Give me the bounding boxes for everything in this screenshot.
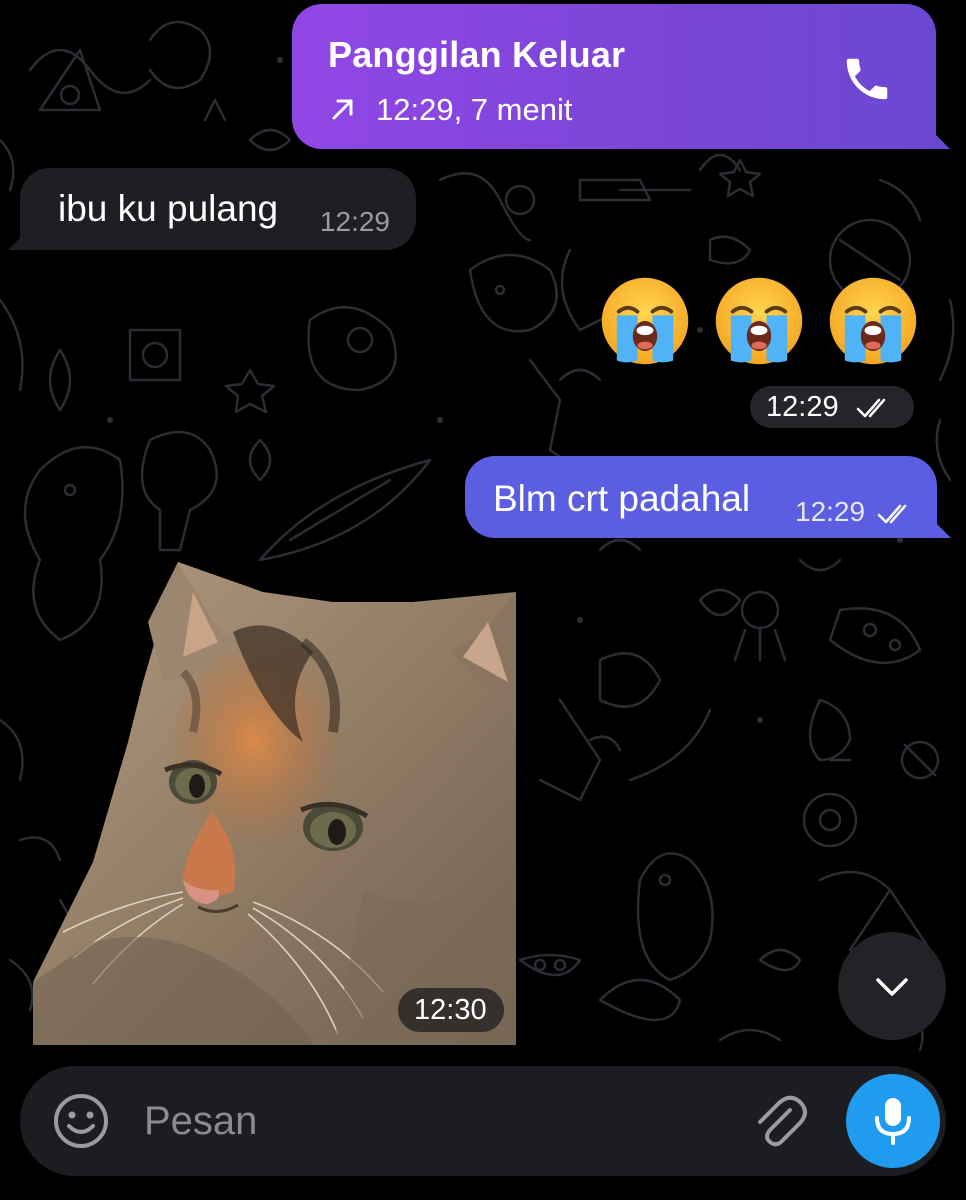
- outgoing-message-bubble[interactable]: Blm crt padahal 12:29: [465, 456, 951, 538]
- sad-cat-sticker[interactable]: [33, 562, 516, 1045]
- phone-icon[interactable]: [840, 52, 894, 106]
- emoji-message-time-pill: 12:29: [750, 386, 914, 428]
- incoming-message-bubble[interactable]: ibu ku pulang 12:29: [8, 168, 416, 250]
- double-check-icon: [877, 504, 907, 524]
- outgoing-call-bubble[interactable]: Panggilan Keluar 12:29, 7 menit: [292, 4, 950, 149]
- emoji-icon[interactable]: [52, 1092, 110, 1150]
- call-meta: 12:29, 7 menit: [376, 92, 573, 127]
- paperclip-icon[interactable]: [750, 1092, 810, 1152]
- message-composer: [20, 1066, 946, 1176]
- message-time: 12:29: [795, 496, 866, 527]
- message-text: ibu ku pulang: [58, 188, 279, 229]
- chevron-down-icon: [876, 978, 908, 996]
- call-title: Panggilan Keluar: [328, 34, 626, 75]
- message-time: 12:29: [319, 206, 390, 237]
- bubble-tail: [933, 520, 951, 538]
- loudly-crying-face-emoji[interactable]: [826, 274, 920, 368]
- scroll-to-bottom-button[interactable]: [838, 932, 946, 1040]
- sticker-time-pill: 12:30: [398, 988, 504, 1032]
- chat-screen: Panggilan Keluar 12:29, 7 menit ibu ku p…: [0, 0, 966, 1200]
- double-check-icon: [856, 398, 886, 418]
- message-time: 12:29: [766, 391, 839, 423]
- message-input[interactable]: [144, 1096, 724, 1146]
- arrow-up-right-icon: [332, 99, 353, 120]
- microphone-button[interactable]: [846, 1074, 940, 1168]
- microphone-icon: [875, 1098, 911, 1145]
- loudly-crying-face-emoji[interactable]: [712, 274, 806, 368]
- loudly-crying-face-emoji[interactable]: [598, 274, 692, 368]
- bubble-tail: [932, 131, 950, 149]
- message-text: Blm crt padahal: [493, 478, 751, 519]
- message-time: 12:30: [414, 994, 487, 1026]
- bubble-tail: [8, 234, 24, 250]
